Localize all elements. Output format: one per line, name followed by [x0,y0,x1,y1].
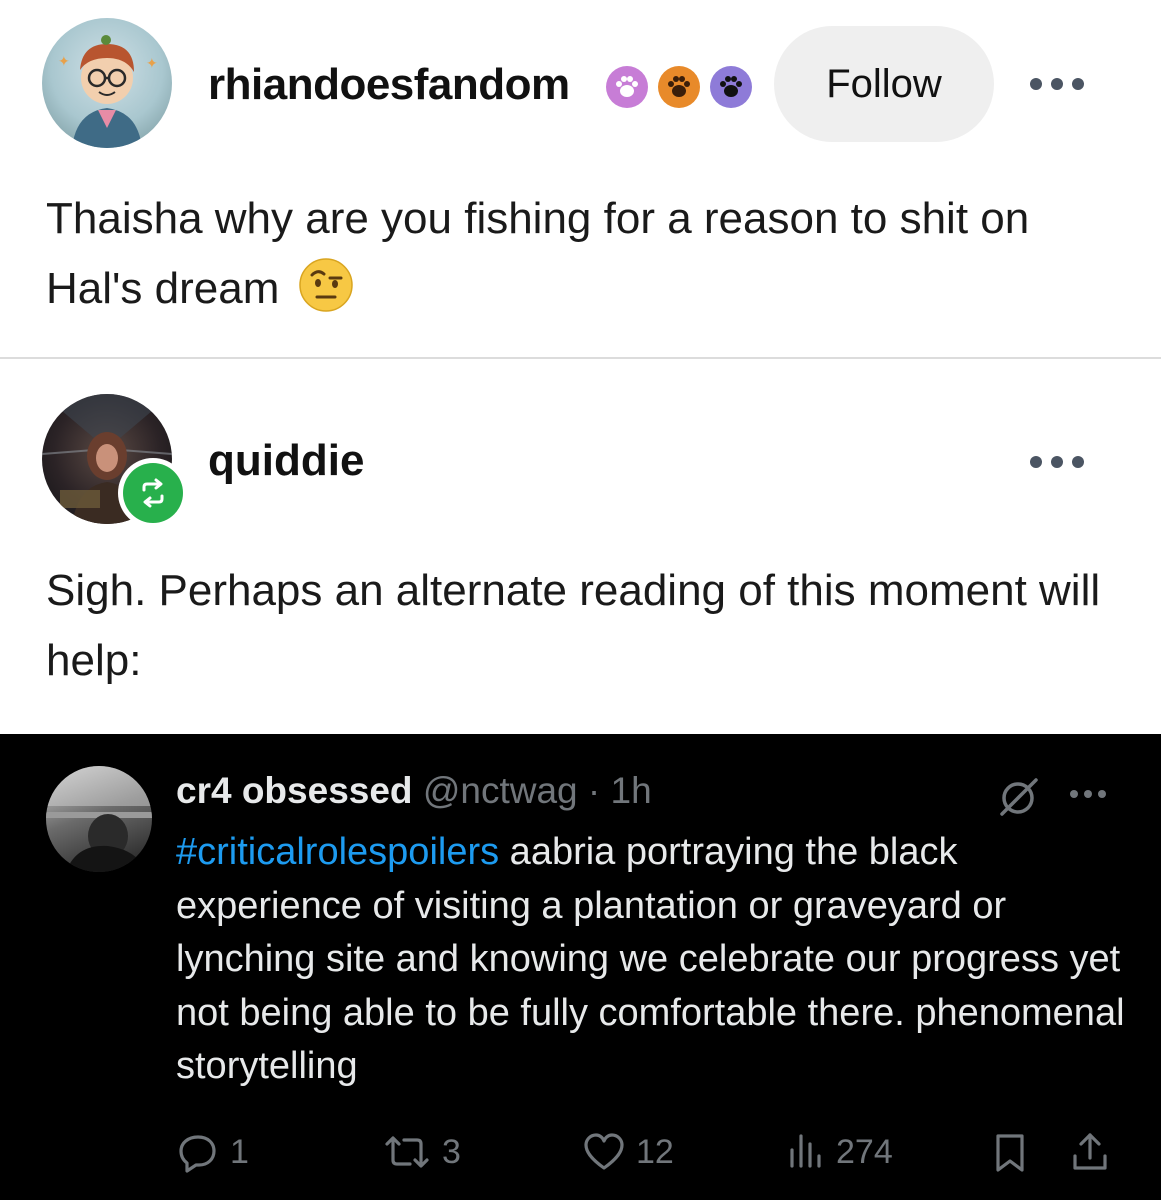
follow-button[interactable]: Follow [774,26,994,142]
views-icon [790,1134,821,1168]
view-count: 274 [836,1132,893,1171]
svg-text:✦: ✦ [146,56,158,72]
repost-icon [385,1136,429,1168]
tweet-more-icon [1070,790,1106,798]
repost-count: 3 [442,1132,461,1171]
post-rhiandoesfandom: ✦ ✦ rhiandoesfandom Follow Thaisha why a… [0,0,1161,359]
embedded-tweet-screenshot: cr4 obsessed @nctwag · 1h #criticalroles… [0,734,1161,1200]
tweet-timestamp: 1h [610,770,652,811]
tweet-reply: 1 [176,1130,249,1174]
heart-icon [584,1133,624,1170]
bookmark-icon [996,1134,1024,1172]
reblog-text: Sigh. Perhaps an alternate reading of th… [46,566,1101,685]
tweet-handle: @nctwag [422,770,578,811]
tweet-display-name: cr4 obsessed [176,770,413,811]
tweet-header: cr4 obsessed @nctwag · 1h [176,770,652,812]
tweet-repost: 3 [382,1130,461,1174]
tweet-separator: · [587,770,601,811]
avatar-illustration: ✦ ✦ [58,35,158,148]
face-with-raised-eyebrow-icon [298,258,353,312]
tweet-like: 12 [582,1130,674,1174]
reblog-icon [123,463,183,523]
share-icon [1073,1133,1107,1170]
paw-badge-icon[interactable] [606,66,648,108]
reblog-badge [118,458,188,528]
paw-badge-icon[interactable] [710,66,752,108]
tweet-bookmark [990,1130,1030,1174]
post-body: Thaisha why are you fishing for a reason… [46,184,1136,324]
avatar[interactable]: ✦ ✦ [42,18,172,148]
reply-count: 1 [230,1132,249,1171]
like-count: 12 [636,1132,674,1171]
tweet-body: #criticalrolespoilers aabria portraying … [176,826,1136,1094]
badge-list [606,66,752,108]
more-options-icon[interactable] [1030,450,1100,474]
more-options-icon[interactable] [1030,72,1100,96]
svg-text:✦: ✦ [58,54,70,70]
tweet-avatar [46,766,152,872]
tweet-views: 274 [786,1130,893,1174]
tweet-hashtag: #criticalrolespoilers [176,831,500,873]
reply-icon [179,1135,216,1173]
tweet-actions: 1 3 12 274 [0,1130,1161,1186]
post-author-username[interactable]: rhiandoesfandom [208,60,570,110]
reblog-author-username[interactable]: quiddie [208,436,364,486]
paw-badge-icon[interactable] [658,66,700,108]
grok-icon [1000,778,1038,816]
post-divider [0,357,1161,359]
post-text: Thaisha why are you fishing for a reason… [46,194,1030,313]
tweet-share [1070,1130,1110,1174]
